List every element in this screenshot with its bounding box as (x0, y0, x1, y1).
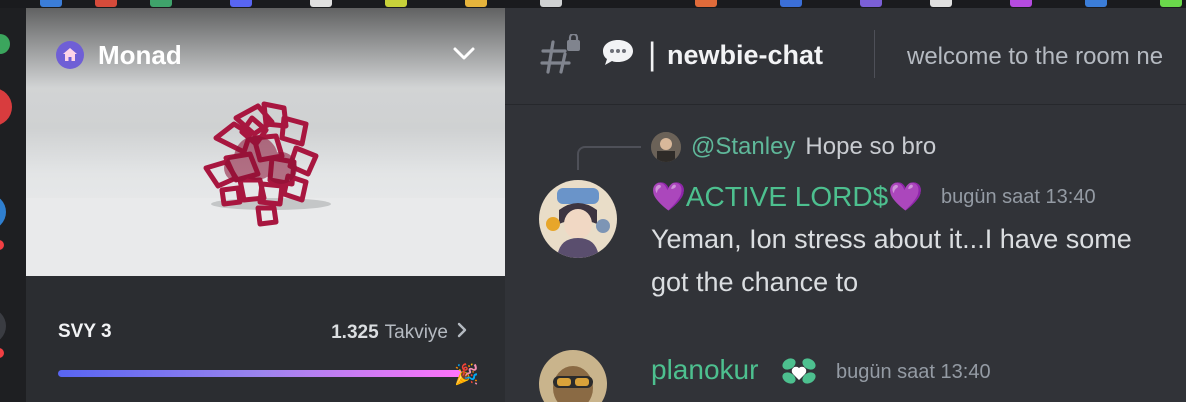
server-header[interactable]: Monad (56, 38, 476, 72)
message-text-line: got the chance to (651, 267, 859, 297)
server-icon-red[interactable] (0, 88, 12, 126)
channel-sidebar: Monad SVY 3 1.325 Takviye 🎉 (26, 8, 505, 402)
os-dock-strip (0, 0, 1186, 8)
chat-area: | newbie-chat welcome to the room ne @St… (505, 8, 1186, 402)
leaf-heart-icon[interactable] (780, 354, 818, 393)
notification-badge (0, 348, 4, 358)
avatar[interactable] (651, 132, 681, 162)
channel-header: | newbie-chat welcome to the room ne (505, 8, 1186, 105)
header-separator (874, 30, 875, 78)
avatar[interactable] (539, 350, 607, 402)
boost-progress-bar (58, 370, 462, 377)
message-text-line: Yeman, Ion stress about it...I have some (651, 224, 1132, 254)
message-timestamp[interactable]: bugün saat 13:40 (941, 186, 1096, 209)
server-rail (0, 8, 26, 402)
boost-label: Takviye (384, 322, 448, 343)
server-icon-blue[interactable] (0, 194, 6, 230)
channel-topic[interactable]: welcome to the room ne (907, 43, 1163, 71)
boost-progress-fill (58, 370, 462, 377)
channel-name-divider: | (648, 36, 657, 72)
reply-text: Hope so bro (805, 133, 937, 160)
server-name: Monad (98, 39, 182, 70)
channel-name: newbie-chat (667, 40, 824, 70)
server-boost-status[interactable]: SVY 3 1.325 Takviye (58, 321, 468, 343)
message-timestamp[interactable]: bugün saat 13:40 (836, 361, 991, 384)
avatar[interactable] (539, 180, 617, 258)
speech-bubble-icon (601, 38, 635, 73)
boost-count: 1.325 (331, 322, 379, 343)
reply-connector (577, 146, 641, 170)
boost-level: SVY 3 (58, 321, 112, 342)
reply-username[interactable]: @Stanley (691, 133, 795, 161)
server-icon-green[interactable] (0, 34, 10, 54)
server-icon-dark[interactable] (0, 308, 6, 344)
party-popper-icon: 🎉 (454, 364, 479, 386)
chevron-right-icon (456, 321, 468, 345)
message-author[interactable]: planokur (651, 354, 758, 386)
locked-text-channel-icon (539, 32, 583, 83)
home-icon (56, 41, 84, 69)
chevron-down-icon[interactable] (452, 44, 476, 69)
message-author[interactable]: 💜ACTIVE LORD$💜 (651, 180, 923, 213)
reply-reference[interactable]: @Stanley Hope so bro (651, 132, 937, 162)
notification-badge (0, 240, 4, 250)
